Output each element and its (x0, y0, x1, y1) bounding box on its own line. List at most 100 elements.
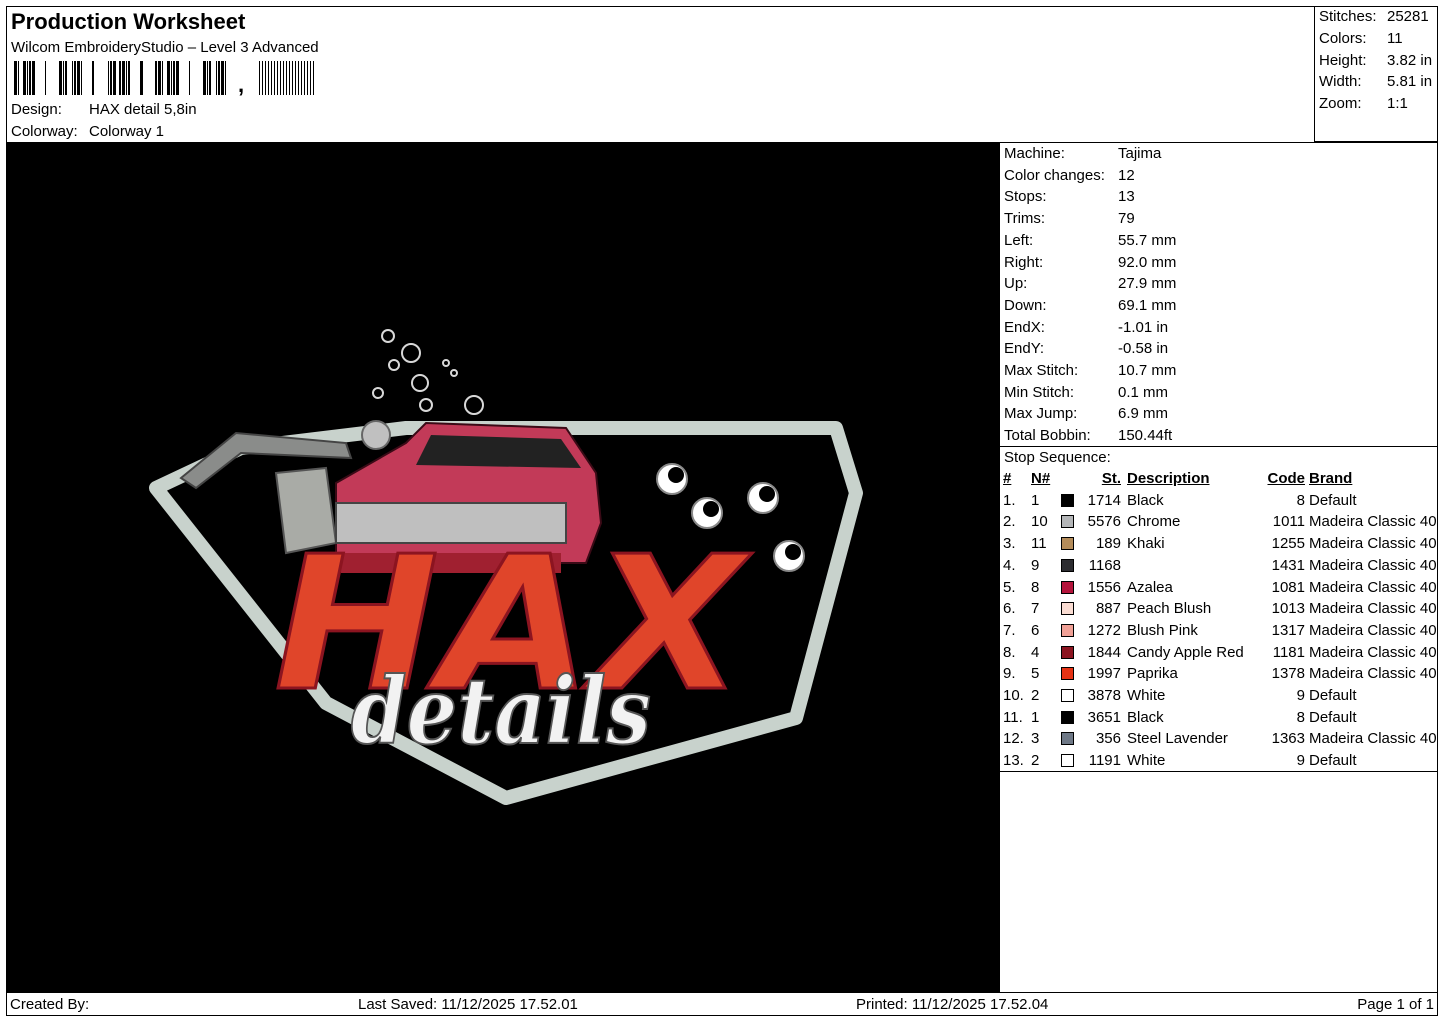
info-row: Color changes: 12 (1004, 167, 1135, 184)
info-value: 12 (1118, 166, 1135, 184)
stat-label: Width: (1319, 73, 1362, 90)
row-n: 10 (1031, 511, 1061, 533)
color-swatch (1061, 689, 1074, 703)
info-label: Up: (1004, 275, 1028, 293)
design-label: Design: (11, 101, 62, 118)
color-swatch (1061, 602, 1074, 616)
row-description: Black (1127, 708, 1164, 726)
row-code: 1255 (1271, 535, 1305, 553)
needle-number: 11 (1031, 535, 1047, 553)
row-stitches: 1556 (1061, 577, 1121, 599)
colorway-row: Colorway: Colorway 1 (11, 123, 164, 140)
needle-number: 9 (1031, 556, 1040, 574)
worksheet-footer: Created By: Last Saved: 11/12/2025 17.52… (6, 992, 1438, 1016)
design-preview: HAX details (6, 143, 999, 992)
stitch-count: 1191 (1088, 752, 1121, 770)
table-row: 3. 11 189 Khaki 1255 Madeira Classic 40 (1001, 533, 1437, 555)
info-value: Tajima (1118, 145, 1162, 162)
color-swatch (1061, 558, 1074, 572)
stitch-count: 1844 (1087, 643, 1121, 661)
needle-number: 10 (1031, 513, 1048, 531)
row-num: 13. (1003, 752, 1024, 770)
row-num: 6. (1003, 600, 1016, 618)
row-code: 1317 (1271, 621, 1305, 639)
stitch-count: 3878 (1087, 687, 1121, 705)
info-label: Left: (1004, 231, 1034, 249)
stat-label: Colors: (1319, 30, 1367, 47)
table-row: 12. 3 356 Steel Lavender 1363 Madeira Classic… (1001, 728, 1437, 750)
row-code: 1013 (1271, 600, 1305, 618)
color-swatch (1061, 623, 1074, 637)
needle-number: 7 (1031, 600, 1040, 618)
row-stitches: 887 (1061, 598, 1121, 620)
row-n: 9 (1031, 555, 1061, 577)
info-value: 0.1 mm (1118, 383, 1169, 401)
table-row: 11. 1 3651 Black 8 Default (1001, 707, 1437, 729)
stop-sequence-title: Stop Sequence: (1004, 449, 1111, 466)
stat-colors: Colors: 11 (1319, 30, 1403, 47)
info-label: EndX: (1004, 318, 1045, 336)
info-row: Max Stitch: 10.7 mm (1004, 362, 1176, 379)
table-end-divider (1000, 771, 1438, 772)
row-description: Azalea (1127, 578, 1173, 596)
info-label: Max Stitch: (1004, 362, 1079, 379)
row-brand: Default (1309, 752, 1357, 770)
row-stitches: 5576 (1061, 511, 1121, 533)
embroidery-design: HAX details (149, 329, 863, 805)
color-swatch (1061, 667, 1074, 681)
bubbles-icon (372, 329, 484, 415)
row-stitches: 1272 (1061, 620, 1121, 642)
row-n: 2 (1031, 685, 1061, 707)
color-swatch (1061, 754, 1074, 768)
row-stitches: 1714 (1061, 490, 1121, 512)
info-row: EndY: -0.58 in (1004, 340, 1168, 357)
row-num: 11. (1003, 708, 1023, 726)
color-swatch (1061, 537, 1074, 551)
needle-number: 4 (1031, 643, 1040, 661)
needle-number: 8 (1031, 578, 1040, 596)
info-row: Trims: 79 (1004, 210, 1135, 227)
stat-height: Height: 3.82 in (1319, 52, 1432, 69)
stitch-count: 1714 (1087, 491, 1121, 509)
needle-number: 5 (1031, 665, 1040, 683)
row-description: Paprika (1127, 665, 1178, 683)
last-saved: Last Saved: 11/12/2025 17.52.01 (358, 996, 578, 1013)
row-code: 1363 (1271, 730, 1305, 748)
needle-number: 1 (1031, 491, 1040, 509)
info-row: Stops: 13 (1004, 188, 1135, 205)
info-row: EndX: -1.01 in (1004, 319, 1168, 336)
info-label: Right: (1004, 253, 1044, 271)
row-n: 6 (1031, 620, 1061, 642)
row-n: 2 (1031, 750, 1061, 772)
row-num: 12. (1003, 730, 1024, 748)
stat-value: 1:1 (1387, 95, 1408, 112)
stats-panel: Stitches: 25281 Colors: 11 Height: 3.82 in … (1314, 6, 1438, 142)
row-brand: Madeira Classic 40 (1309, 535, 1437, 553)
info-label: Color changes: (1004, 166, 1105, 184)
color-swatch (1061, 580, 1074, 594)
row-num: 4. (1003, 556, 1016, 574)
stat-label: Height: (1319, 52, 1367, 69)
stitch-count: 189 (1095, 535, 1121, 553)
row-code: 1011 (1272, 513, 1305, 531)
stitch-count: 1997 (1087, 665, 1121, 683)
row-description: Peach Blush (1127, 600, 1212, 618)
info-value: -1.01 in (1118, 318, 1169, 336)
row-brand: Madeira Classic 40 (1309, 730, 1437, 748)
stitch-count: 1168 (1088, 556, 1121, 574)
needle-number: 1 (1031, 708, 1040, 726)
table-row: 13. 2 1191 White 9 Default (1001, 750, 1437, 772)
col-description: Description (1127, 470, 1210, 487)
stitch-count: 5576 (1087, 513, 1121, 531)
info-row: Machine: Tajima (1004, 145, 1161, 162)
row-description: Steel Lavender (1127, 730, 1228, 748)
stat-value: 5.81 in (1387, 73, 1433, 90)
row-stitches: 189 (1061, 533, 1121, 555)
printed-date: Printed: 11/12/2025 17.52.04 (856, 996, 1049, 1013)
color-swatch (1061, 493, 1074, 507)
info-value: 79 (1118, 210, 1135, 228)
row-description: Candy Apple Red (1127, 643, 1244, 661)
needle-number: 6 (1031, 621, 1040, 639)
row-num: 2. (1003, 513, 1016, 531)
row-code: 1378 (1271, 665, 1305, 683)
